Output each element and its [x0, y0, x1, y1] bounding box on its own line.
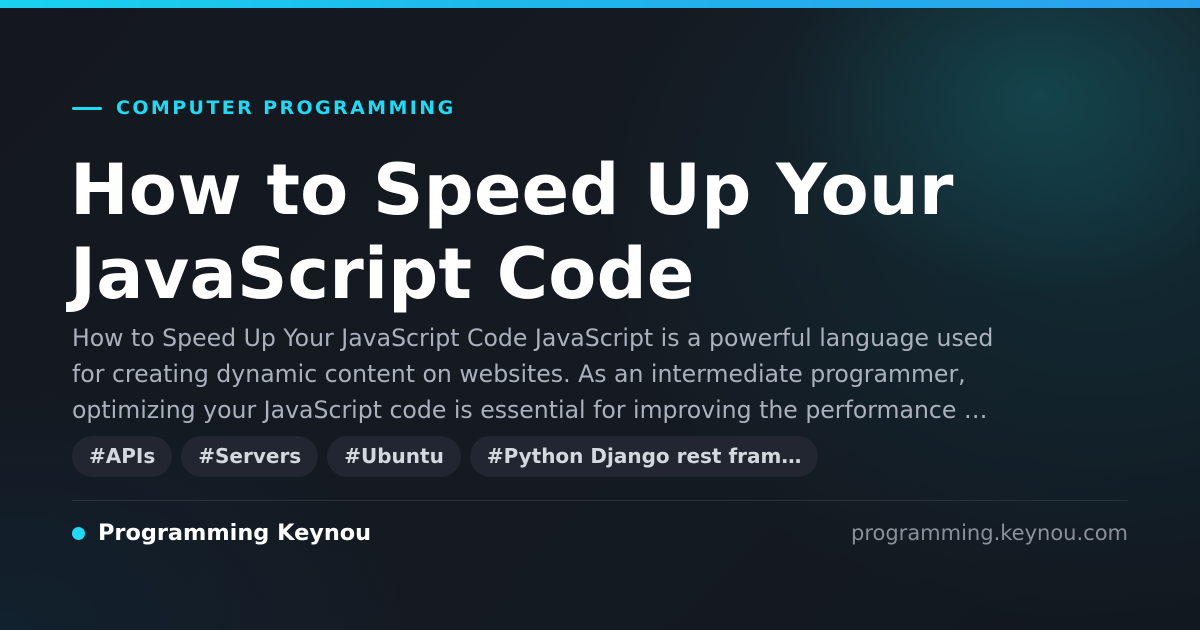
category-dash-icon — [72, 106, 102, 110]
og-card: COMPUTER PROGRAMMING How to Speed Up You… — [0, 0, 1200, 630]
tag-chip-apis: #APIs — [72, 436, 173, 477]
tag-list: #APIs #Servers #Ubuntu #Python Django re… — [72, 436, 819, 477]
brand-dot-icon — [72, 526, 85, 540]
article-title: How to Speed Up Your JavaScript Code — [70, 149, 954, 315]
site-brand: Programming Keynou — [72, 518, 371, 548]
category-label: COMPUTER PROGRAMMING — [116, 97, 456, 119]
brand-name: Programming Keynou — [98, 520, 372, 546]
tag-chip-ubuntu: #Ubuntu — [327, 436, 461, 477]
accent-top-bar — [0, 0, 1200, 8]
tag-chip-servers: #Servers — [181, 436, 319, 477]
site-domain: programming.keynou.com — [851, 521, 1128, 545]
tag-chip-python-django: #Python Django rest fram… — [469, 436, 819, 477]
category-eyebrow: COMPUTER PROGRAMMING — [72, 96, 456, 120]
article-excerpt: How to Speed Up Your JavaScript Code Jav… — [72, 324, 994, 424]
footer-divider — [72, 500, 1128, 501]
